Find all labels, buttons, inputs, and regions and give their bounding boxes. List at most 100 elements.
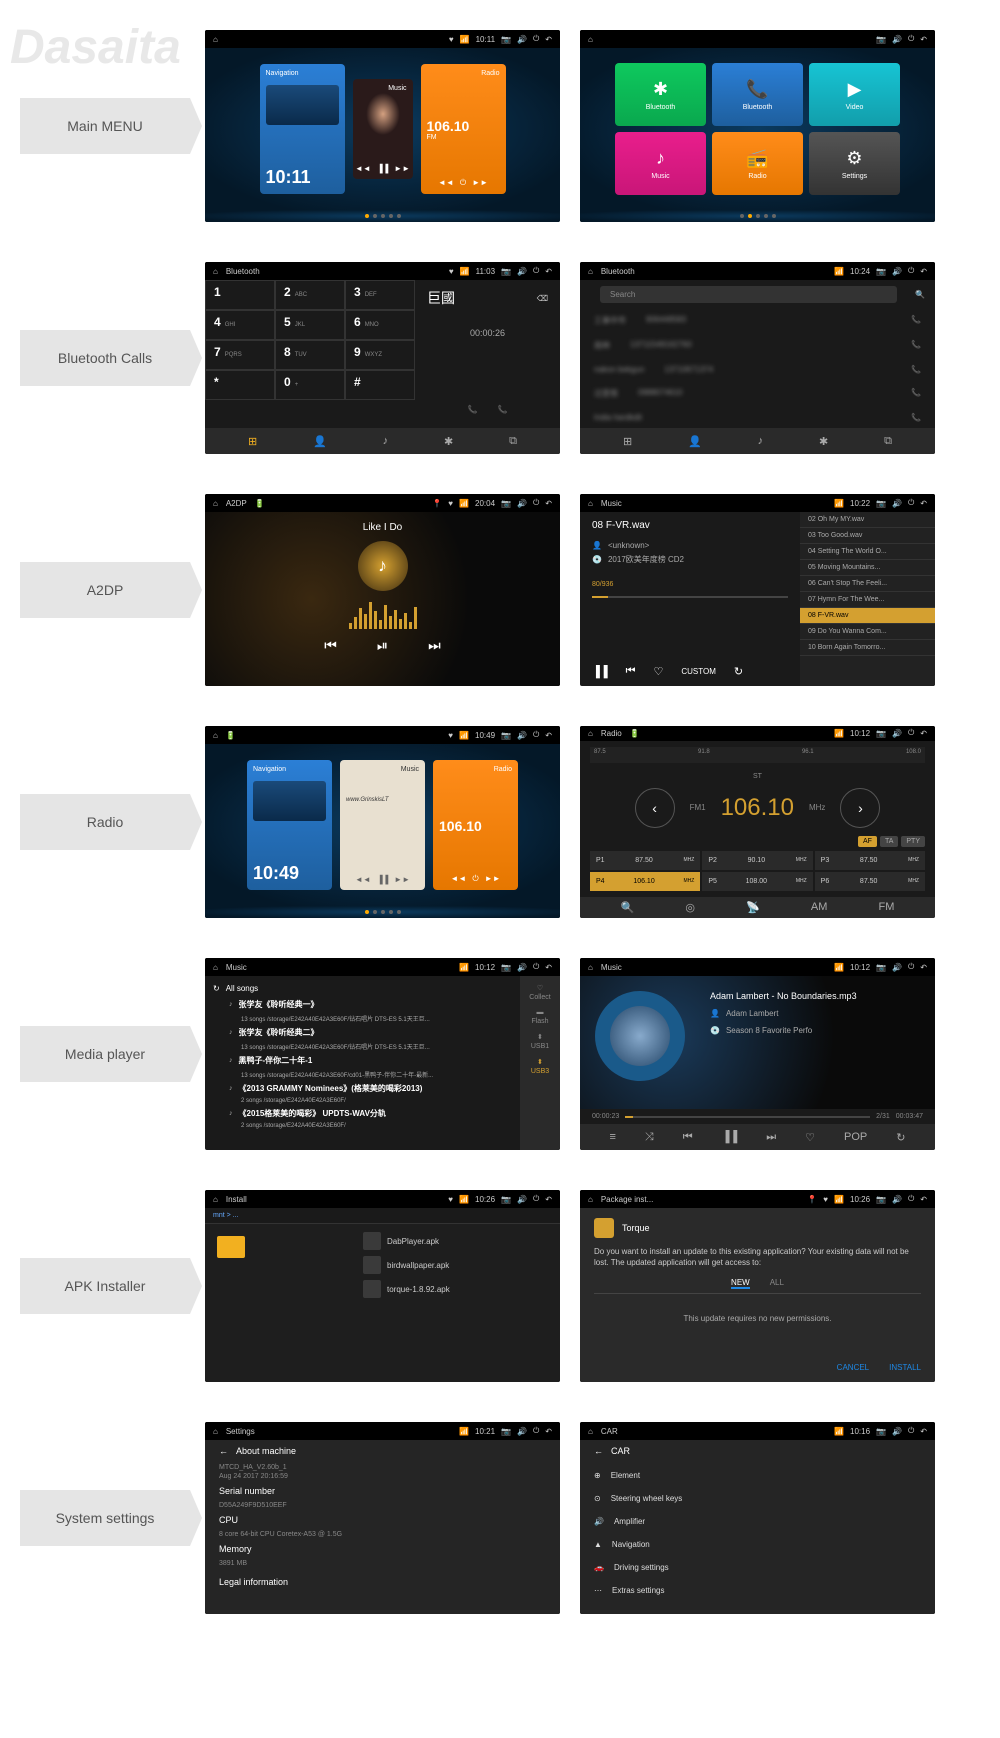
key-8[interactable]: 8TUV (275, 340, 345, 370)
stereo-icon[interactable]: ◎ (685, 901, 695, 914)
tile-music[interactable]: Music ◄◄▐▐►► (353, 79, 413, 179)
back-button[interactable]: ←CAR (594, 1446, 921, 1456)
pause-icon[interactable]: ▐▐ (592, 666, 608, 678)
cancel-button[interactable]: CANCEL (837, 1363, 869, 1372)
tile-bluetooth[interactable]: 📞Bluetooth (712, 63, 803, 126)
search-icon[interactable]: 🔍 (621, 901, 635, 914)
search-icon[interactable]: 🔍 (915, 290, 925, 299)
storage-usb1[interactable]: ⬍USB1 (531, 1033, 549, 1050)
album-item[interactable]: ♪张学友《聆听经典二》13 songs /storage/E242A40E42A… (213, 1025, 512, 1053)
track-item[interactable]: 04 Setting The World O... (800, 544, 935, 560)
tile-settings[interactable]: ⚙Settings (809, 132, 900, 195)
tile-radio[interactable]: 📻Radio (712, 132, 803, 195)
repeat-icon[interactable]: ↻ (896, 1131, 905, 1144)
unlink-icon[interactable]: ⧉ (509, 435, 517, 448)
preset-P4[interactable]: P4106.10MHZ (590, 872, 700, 891)
play-icon[interactable]: ⏯ (377, 637, 388, 654)
track-item[interactable]: 05 Moving Mountains... (800, 560, 935, 576)
seek-down-icon[interactable]: ‹ (635, 788, 675, 828)
storage-flash[interactable]: ▬Flash (531, 1009, 548, 1025)
prev-icon[interactable]: ⏮ (626, 665, 636, 678)
key-4[interactable]: 4GHI (205, 310, 275, 340)
ta-button[interactable]: TA (880, 836, 898, 847)
heart-icon[interactable]: ♡ (805, 1131, 815, 1144)
apk-file[interactable]: birdwallpaper.apk (363, 1256, 552, 1274)
key-3[interactable]: 3DEF (345, 280, 415, 310)
key-1[interactable]: 1 (205, 280, 275, 310)
call-end-icon[interactable]: 📞 (498, 405, 508, 414)
setting-element[interactable]: ⊕Element (594, 1464, 921, 1487)
tab-new[interactable]: NEW (731, 1278, 750, 1289)
key-6[interactable]: 6MNO (345, 310, 415, 340)
setting-navigation[interactable]: ▲Navigation (594, 1533, 921, 1556)
prev-icon[interactable]: ⏮ (683, 1131, 693, 1144)
power-icon[interactable]: ⏻ (533, 34, 539, 44)
key-7[interactable]: 7PQRS (205, 340, 275, 370)
contact-row[interactable]: 南林13711549162760📞 (590, 334, 925, 357)
next-icon[interactable]: ⏭ (766, 1131, 776, 1144)
af-button[interactable]: AF (858, 836, 877, 847)
home-icon[interactable]: ⌂ (213, 35, 218, 44)
contact-row[interactable]: India hardkdit📞 (590, 407, 925, 428)
tile-radio[interactable]: Radio 106.10 FM ◄◄⏻►► (421, 64, 506, 194)
apk-file[interactable]: DabPlayer.apk (363, 1232, 552, 1250)
album-item[interactable]: ♪《2013 GRAMMY Nominees》(格莱美的喝彩2013)2 son… (213, 1081, 512, 1106)
preset-P6[interactable]: P687.50MHZ (815, 872, 925, 891)
setting-driving-settings[interactable]: 🚗Driving settings (594, 1556, 921, 1579)
setting-extras-settings[interactable]: ⋯Extras settings (594, 1579, 921, 1602)
track-item[interactable]: 02 Oh My MY.wav (800, 512, 935, 528)
tab-all[interactable]: ALL (770, 1278, 784, 1289)
heart-icon[interactable]: ♡ (654, 665, 664, 678)
tile-bluetooth[interactable]: ✱Bluetooth (615, 63, 706, 126)
dialpad-tab-icon[interactable]: ⊞ (248, 435, 257, 448)
tile-music[interactable]: Music www.GrinskisLT ◄◄▐▐►► (340, 760, 425, 890)
fm-band[interactable]: FM (879, 901, 895, 913)
eq-preset[interactable]: POP (844, 1131, 867, 1143)
key-2[interactable]: 2ABC (275, 280, 345, 310)
storage-collect[interactable]: ♡Collect (529, 984, 550, 1001)
album-item[interactable]: ♪张学友《聆听经典一》13 songs /storage/E242A40E42A… (213, 997, 512, 1025)
volume-icon[interactable]: 🔊 (517, 35, 527, 44)
tile-navigation[interactable]: Navigation 10:49 (247, 760, 332, 890)
setting-steering-wheel-keys[interactable]: ⊙Steering wheel keys (594, 1487, 921, 1510)
eq-preset[interactable]: CUSTOM (681, 667, 716, 676)
key-*[interactable]: * (205, 370, 275, 400)
back-button[interactable]: ←About machine (219, 1446, 546, 1456)
track-item[interactable]: 07 Hymn For The Wee... (800, 592, 935, 608)
pty-button[interactable]: PTY (901, 836, 925, 847)
next-icon[interactable]: ⏭ (428, 637, 441, 654)
tile-video[interactable]: ▶Video (809, 63, 900, 126)
contact-row[interactable]: 过意恨0988074610📞 (590, 382, 925, 405)
key-0[interactable]: 0+ (275, 370, 345, 400)
album-item[interactable]: ♪黑鸭子-伴你二十年-113 songs /storage/E242A40E42… (213, 1053, 512, 1081)
repeat-icon[interactable]: ↻ (213, 984, 220, 993)
track-item[interactable]: 09 Do You Wanna Com... (800, 624, 935, 640)
track-item[interactable]: 06 Can't Stop The Feeli... (800, 576, 935, 592)
freq-scale[interactable]: 87.591.896.1108.0 (590, 747, 925, 763)
breadcrumb[interactable]: mnt > ... (205, 1208, 560, 1224)
camera-icon[interactable]: 📷 (501, 35, 511, 44)
pause-icon[interactable]: ▐▐ (722, 1131, 738, 1143)
back-icon[interactable]: ↶ (545, 35, 552, 44)
scan-icon[interactable]: 📡 (746, 901, 760, 914)
bt-tab-icon[interactable]: ✱ (444, 435, 453, 448)
contact-row[interactable]: nakon bekgun13710671374📞 (590, 359, 925, 380)
tile-radio[interactable]: Radio 106.10 ◄◄⏻►► (433, 760, 518, 890)
install-button[interactable]: INSTALL (889, 1363, 921, 1372)
shuffle-icon[interactable]: ⤨ (645, 1131, 654, 1144)
preset-P5[interactable]: P5108.00MHZ (702, 872, 812, 891)
key-5[interactable]: 5JKL (275, 310, 345, 340)
key-9[interactable]: 9WXYZ (345, 340, 415, 370)
track-item[interactable]: 03 Too Good.wav (800, 528, 935, 544)
contacts-tab-icon[interactable]: 👤 (688, 435, 702, 448)
repeat-icon[interactable]: ↻ (734, 665, 743, 678)
preset-P2[interactable]: P290.10MHZ (702, 851, 812, 870)
track-item[interactable]: 08 F-VR.wav (800, 608, 935, 624)
apk-file[interactable]: torque-1.8.92.apk (363, 1280, 552, 1298)
tile-navigation[interactable]: Navigation 10:11 (260, 64, 345, 194)
storage-usb3[interactable]: ⬍USB3 (531, 1058, 549, 1075)
key-#[interactable]: # (345, 370, 415, 400)
list-icon[interactable]: ≡ (610, 1131, 616, 1143)
music-tab-icon[interactable]: ♪ (383, 435, 389, 447)
backspace-icon[interactable]: ⌫ (537, 294, 548, 303)
